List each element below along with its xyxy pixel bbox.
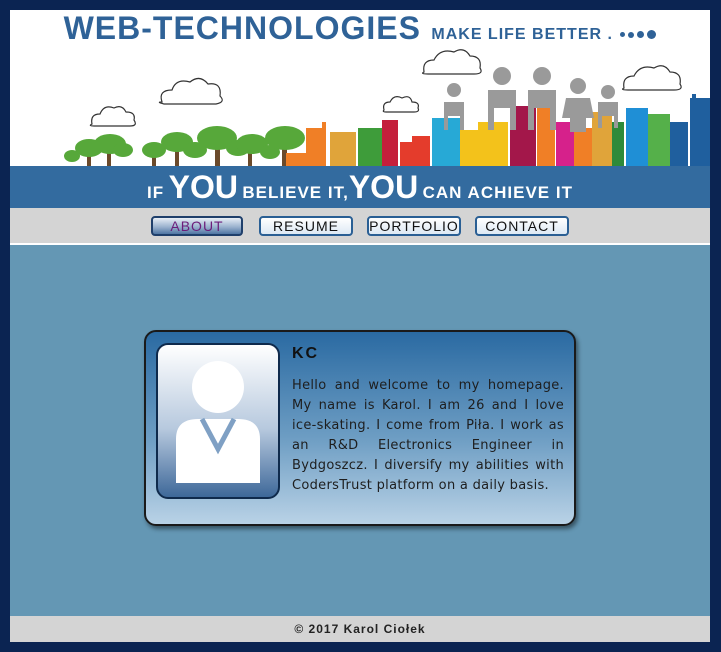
cloud-icon xyxy=(422,49,482,75)
cloud-icon xyxy=(89,106,136,127)
motto-emphasis: YOU xyxy=(168,169,238,205)
site-title[interactable]: WEB-TECHNOLOGIES xyxy=(64,10,421,46)
avatar xyxy=(156,343,280,499)
user-silhouette-icon xyxy=(176,361,260,483)
site-tagline: MAKE LIFE BETTER . xyxy=(431,26,613,43)
motto-part: CAN ACHIEVE IT xyxy=(422,183,573,202)
nav-resume-button[interactable]: RESUME xyxy=(259,216,353,236)
site-footer: © 2017 Karol Ciołek xyxy=(10,616,710,642)
motto-emphasis: YOU xyxy=(348,169,419,205)
motto-part: BELIEVE IT, xyxy=(242,183,349,202)
profile-name: KC xyxy=(292,345,320,362)
cloud-icon xyxy=(382,96,420,113)
profile-card: KC Hello and welcome to my homepage. My … xyxy=(144,330,576,526)
trees-illustration xyxy=(64,126,305,166)
motto-banner: IF YOU BELIEVE IT,YOU CAN ACHIEVE IT xyxy=(10,166,710,208)
profile-bio: Hello and welcome to my homepage. My nam… xyxy=(292,378,564,493)
cloud-icon xyxy=(622,65,682,91)
nav-about-button[interactable]: ABOUT xyxy=(151,216,243,236)
cloud-icon xyxy=(158,77,223,105)
motto-part: IF xyxy=(147,183,165,202)
title-row: WEB-TECHNOLOGIES MAKE LIFE BETTER . xyxy=(10,10,710,50)
page-frame: WEB-TECHNOLOGIES MAKE LIFE BETTER . IF Y… xyxy=(10,10,710,642)
nav-contact-button[interactable]: CONTACT xyxy=(475,216,569,236)
family-illustration xyxy=(444,67,618,132)
site-header: WEB-TECHNOLOGIES MAKE LIFE BETTER . IF Y… xyxy=(10,10,710,208)
dots-decoration xyxy=(617,26,657,43)
main-nav: ABOUT RESUME PORTFOLIO CONTACT xyxy=(10,208,710,245)
nav-portfolio-button[interactable]: PORTFOLIO xyxy=(367,216,461,236)
